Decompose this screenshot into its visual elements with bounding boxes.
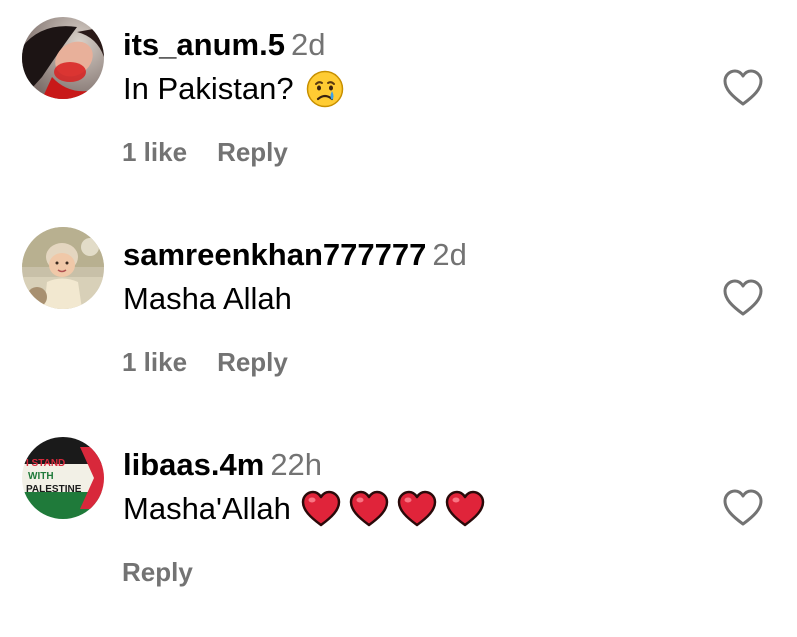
timestamp[interactable]: 2d [432, 237, 466, 272]
woman-portrait-avatar-icon [22, 17, 104, 99]
comment-text: In Pakistan? [123, 69, 344, 109]
avatar-text-line-2: WITH [28, 471, 54, 482]
heart-emojis [301, 490, 493, 528]
comment-body: In Pakistan? [123, 71, 294, 106]
avatar[interactable] [22, 17, 104, 99]
comment-actions: 1 like Reply [122, 345, 288, 379]
avatar-text-line-3: PALESTINE [26, 484, 82, 495]
red-heart-icon [397, 490, 437, 527]
palestine-flag-avatar-icon: I STAND WITH PALESTINE [22, 437, 104, 519]
like-count[interactable]: 1 like [122, 345, 187, 379]
red-heart-icon [301, 490, 341, 527]
timestamp[interactable]: 22h [270, 447, 322, 482]
comment-header: samreenkhan777777 2d [123, 235, 467, 275]
username[interactable]: libaas.4m [123, 447, 264, 482]
heart-outline-icon [723, 489, 763, 526]
comment-text: Masha Allah [123, 279, 292, 319]
red-heart-icon [349, 490, 389, 527]
comment-item: samreenkhan777777 2d Masha Allah 1 like R… [0, 227, 797, 427]
comment-header: its_anum.5 2d [123, 25, 325, 65]
avatar-text-line-1: I STAND [26, 458, 65, 469]
like-button[interactable] [722, 69, 764, 107]
reply-button[interactable]: Reply [122, 555, 193, 589]
comment-item: its_anum.5 2d In Pakistan? 1 like Reply [0, 17, 797, 217]
avatar[interactable] [22, 227, 104, 309]
comment-actions: Reply [122, 555, 193, 589]
comment-actions: 1 like Reply [122, 135, 288, 169]
reply-button[interactable]: Reply [217, 135, 288, 169]
like-button[interactable] [722, 489, 764, 527]
comment-text: Masha'Allah [123, 489, 493, 529]
avatar[interactable]: I STAND WITH PALESTINE [22, 437, 104, 519]
timestamp[interactable]: 2d [291, 27, 325, 62]
comment-header: libaas.4m 22h [123, 445, 322, 485]
comment-body: Masha'Allah [123, 491, 291, 526]
like-count[interactable]: 1 like [122, 135, 187, 169]
reply-button[interactable]: Reply [217, 345, 288, 379]
crying-face-icon [306, 70, 343, 108]
username[interactable]: its_anum.5 [123, 27, 285, 62]
red-heart-icon [445, 490, 485, 527]
comment-item: I STAND WITH PALESTINE libaas.4m 22h Mash… [0, 437, 797, 637]
comment-body: Masha Allah [123, 281, 292, 316]
heart-outline-icon [723, 69, 763, 106]
username[interactable]: samreenkhan777777 [123, 237, 426, 272]
baby-photo-avatar-icon [22, 227, 104, 309]
like-button[interactable] [722, 279, 764, 317]
heart-outline-icon [723, 279, 763, 316]
